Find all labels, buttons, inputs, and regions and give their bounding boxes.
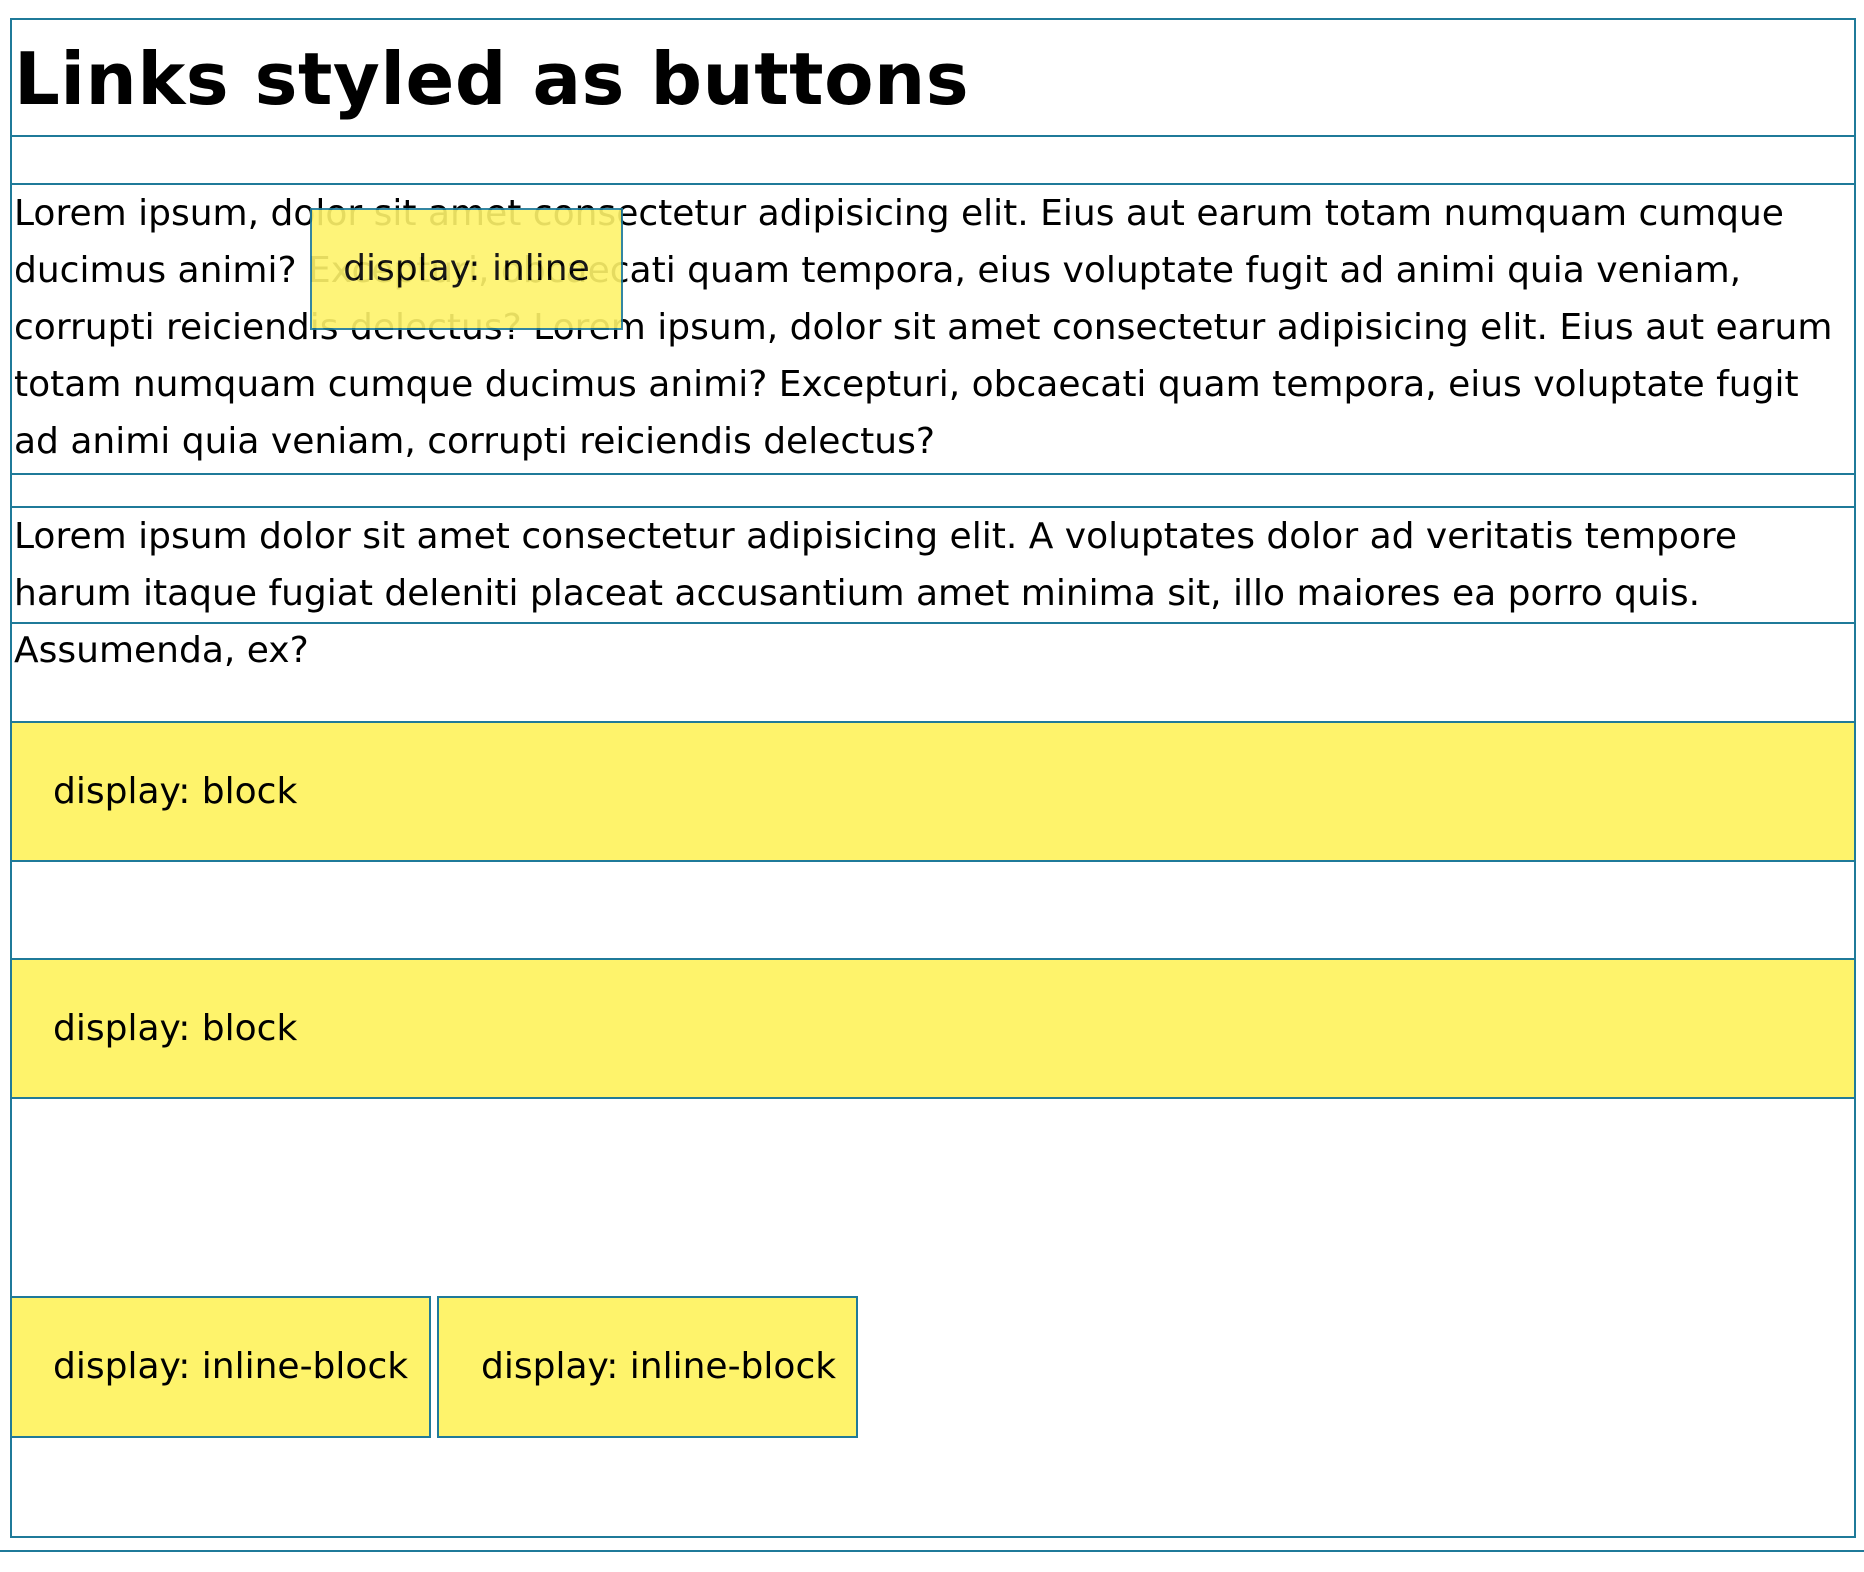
page-title: Links styled as buttons xyxy=(10,18,1856,137)
inline-link-button[interactable]: display: inline xyxy=(310,208,623,330)
spacer xyxy=(10,473,1856,508)
inline-block-link-button[interactable]: display: inline-block xyxy=(10,1296,431,1438)
block-link-button[interactable]: display: block xyxy=(10,721,1856,862)
spacer xyxy=(10,860,1856,961)
paragraph: Lorem ipsum dolor sit amet consectetur a… xyxy=(10,506,1856,671)
inline-block-link-button[interactable]: display: inline-block xyxy=(437,1296,858,1438)
paragraph-text: Lorem ipsum, dolor sit amet consectetur … xyxy=(14,193,1833,462)
spacer xyxy=(10,622,1856,723)
divider xyxy=(0,1550,1864,1552)
spacer xyxy=(10,135,1856,185)
paragraph-with-inline-link: Lorem ipsum, dolor sit amet consectetur … xyxy=(10,183,1856,475)
block-link-button[interactable]: display: block xyxy=(10,958,1856,1099)
